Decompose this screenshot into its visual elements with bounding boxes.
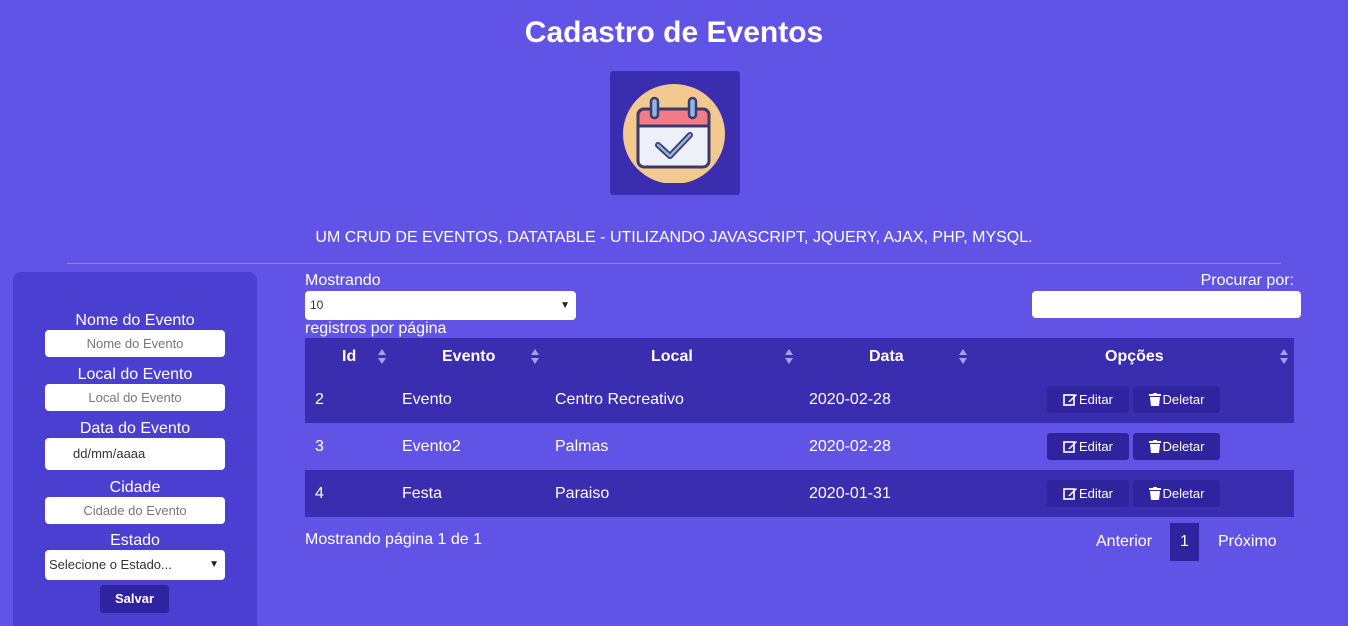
cell-id: 2 [315,391,324,408]
edit-label: Editar [1079,486,1113,501]
table-row: 4 Festa Paraiso 2020-01-31 Editar Deleta… [305,470,1294,517]
length-suffix: registros por página [305,320,447,337]
divider [67,263,1281,264]
sort-icon[interactable] [531,349,539,365]
local-label: Local do Evento [77,366,193,383]
event-form-panel: Nome do Evento Nome do Evento Local do E… [13,272,257,626]
column-header-opcoes[interactable]: Opções [1105,338,1164,376]
search-input[interactable] [1032,291,1301,318]
cell-id: 4 [315,485,324,502]
table-info: Mostrando página 1 de 1 [305,531,483,548]
cidade-label: Cidade [109,479,161,496]
save-button[interactable]: Salvar [100,585,169,613]
edit-button[interactable]: Editar [1047,480,1129,507]
nome-label: Nome do Evento [75,312,195,329]
cell-local: Palmas [555,438,609,455]
edit-button[interactable]: Editar [1047,433,1129,460]
calendar-check-icon [623,84,725,183]
page-title: Cadastro de Eventos [524,16,824,49]
table-row: 3 Evento2 Palmas 2020-02-28 Editar Delet… [305,423,1294,470]
length-prefix: Mostrando [305,272,381,289]
column-header-data[interactable]: Data [869,338,904,376]
data-input[interactable]: dd/mm/aaaa [45,438,225,470]
length-select-value: 10 [310,298,324,312]
column-header-local[interactable]: Local [651,338,693,376]
cell-data: 2020-01-31 [809,485,891,502]
edit-icon [1063,488,1078,500]
column-header-evento[interactable]: Evento [442,338,495,376]
table-header: Id Evento Local Data Opções [305,338,1294,376]
trash-icon [1148,393,1161,406]
cell-data: 2020-02-28 [809,438,891,455]
estado-select-value: Selecione o Estado... [49,557,172,572]
local-input[interactable]: Local do Evento [45,384,225,411]
data-label: Data do Evento [79,420,191,437]
page-subtitle: UM CRUD DE EVENTOS, DATATABLE - UTILIZAN… [315,229,1033,246]
delete-label: Deletar [1162,439,1205,454]
trash-icon [1148,487,1161,500]
delete-button[interactable]: Deletar [1133,480,1220,507]
cell-evento: Evento2 [402,438,461,455]
cell-evento: Evento [402,391,452,408]
trash-icon [1148,440,1161,453]
pagination-current-page[interactable]: 1 [1170,523,1199,561]
cell-local: Centro Recreativo [555,391,684,408]
column-header-id[interactable]: Id [342,338,356,376]
nome-input[interactable]: Nome do Evento [45,330,225,357]
calendar-logo [610,71,740,195]
delete-label: Deletar [1162,486,1205,501]
cell-local: Paraiso [555,485,610,502]
edit-icon [1063,441,1078,453]
events-table: Id Evento Local Data Opções 2 Evento Cen… [305,338,1294,517]
edit-label: Editar [1079,392,1113,407]
cell-data: 2020-02-28 [809,391,891,408]
delete-button[interactable]: Deletar [1133,433,1220,460]
cidade-input[interactable]: Cidade do Evento [45,497,225,524]
sort-icon[interactable] [785,349,793,365]
edit-button[interactable]: Editar [1047,386,1129,413]
delete-label: Deletar [1162,392,1205,407]
edit-icon [1063,394,1078,406]
sort-icon[interactable] [1280,349,1288,365]
sort-icon[interactable] [378,349,386,365]
chevron-down-icon: ▼ [209,559,219,570]
pagination-next[interactable]: Próximo [1218,533,1277,551]
sort-icon[interactable] [959,349,967,365]
delete-button[interactable]: Deletar [1133,386,1220,413]
table-row: 2 Evento Centro Recreativo 2020-02-28 Ed… [305,376,1294,423]
search-label: Procurar por: [1200,272,1294,289]
length-select[interactable]: 10 ▼ [305,291,576,320]
chevron-down-icon: ▼ [560,300,570,311]
cell-evento: Festa [402,485,443,502]
edit-label: Editar [1079,439,1113,454]
pagination-previous[interactable]: Anterior [1096,533,1152,551]
cell-id: 3 [315,438,324,455]
estado-label: Estado [110,532,160,549]
estado-select[interactable]: Selecione o Estado... ▼ [45,550,225,580]
